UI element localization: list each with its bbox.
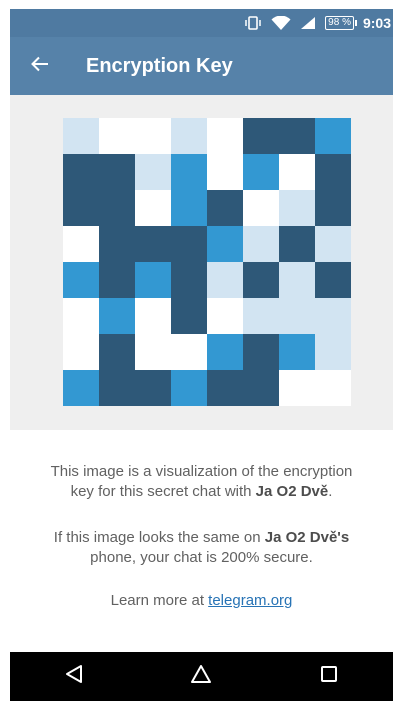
key-cell (171, 262, 207, 298)
key-cell (243, 298, 279, 334)
key-cell (207, 190, 243, 226)
app-screen: 98 % 9:03 Encryption Key This image is a… (10, 9, 393, 701)
signal-icon (300, 16, 316, 30)
key-cell (135, 190, 171, 226)
key-cell (315, 370, 351, 406)
key-cell (135, 370, 171, 406)
key-cell (99, 298, 135, 334)
key-cell (279, 370, 315, 406)
status-time: 9:03 (362, 15, 391, 31)
key-cell (171, 154, 207, 190)
key-cell (279, 190, 315, 226)
security-note-suffix: phone, your chat is 200% secure. (90, 549, 313, 566)
app-bar: Encryption Key (10, 37, 393, 95)
key-cell (171, 226, 207, 262)
key-cell (207, 262, 243, 298)
key-cell (99, 370, 135, 406)
key-cell (315, 298, 351, 334)
key-cell (315, 154, 351, 190)
key-cell (315, 334, 351, 370)
key-cell (63, 118, 99, 154)
key-cell (279, 262, 315, 298)
key-cell (171, 190, 207, 226)
nav-back-button[interactable] (44, 652, 104, 701)
key-cell (171, 370, 207, 406)
triangle-back-icon (65, 664, 83, 689)
key-cell (135, 118, 171, 154)
key-cell (315, 226, 351, 262)
key-cell (63, 298, 99, 334)
encryption-key-image (63, 118, 351, 406)
key-cell (279, 118, 315, 154)
key-cell (207, 226, 243, 262)
nav-home-button[interactable] (171, 652, 231, 701)
key-cell (243, 370, 279, 406)
learn-more-text: Learn more at (110, 592, 209, 609)
key-cell (207, 154, 243, 190)
key-cell (207, 334, 243, 370)
key-cell (207, 370, 243, 406)
key-cell (243, 226, 279, 262)
key-cell (315, 118, 351, 154)
key-cell (243, 118, 279, 154)
key-cell (99, 334, 135, 370)
chat-name: Ja O2 Dvě (255, 483, 329, 500)
security-note-prefix: If this image looks the same on (53, 529, 265, 546)
key-cell (279, 334, 315, 370)
key-cell (99, 190, 135, 226)
description-period: . (328, 483, 333, 500)
system-nav-bar (10, 652, 393, 701)
key-cell (315, 190, 351, 226)
key-cell (135, 298, 171, 334)
key-description: This image is a visualization of the enc… (10, 462, 393, 502)
key-cell (279, 154, 315, 190)
description-line-1: This image is a visualization of the enc… (50, 463, 353, 480)
key-cell (135, 154, 171, 190)
key-cell (135, 226, 171, 262)
key-cell (243, 334, 279, 370)
key-cell (207, 118, 243, 154)
telegram-link[interactable]: telegram.org (208, 592, 292, 609)
key-cell (171, 334, 207, 370)
key-cell (243, 190, 279, 226)
nav-recents-button[interactable] (299, 652, 359, 701)
key-cell (279, 298, 315, 334)
key-cell (63, 226, 99, 262)
key-cell (99, 118, 135, 154)
key-cell (243, 154, 279, 190)
back-button[interactable] (16, 37, 64, 95)
vibrate-icon (244, 16, 262, 30)
key-cell (99, 226, 135, 262)
key-cell (135, 334, 171, 370)
key-cell (279, 226, 315, 262)
description-line-2: key for this secret chat with (70, 483, 256, 500)
key-cell (63, 334, 99, 370)
key-cell (135, 262, 171, 298)
arrow-left-icon (31, 56, 49, 77)
status-bar: 98 % 9:03 (10, 9, 393, 37)
key-cell (63, 370, 99, 406)
key-cell (171, 118, 207, 154)
key-cell (243, 262, 279, 298)
page-title: Encryption Key (86, 54, 233, 77)
learn-more: Learn more at telegram.org (10, 591, 393, 611)
key-cell (315, 262, 351, 298)
encryption-key-panel (10, 95, 393, 430)
key-cell (63, 190, 99, 226)
key-cell (99, 262, 135, 298)
key-cell (207, 298, 243, 334)
key-cell (63, 154, 99, 190)
battery-icon: 98 % (325, 16, 357, 30)
key-cell (171, 298, 207, 334)
key-cell (99, 154, 135, 190)
security-note: If this image looks the same on Ja O2 Dv… (10, 528, 393, 568)
key-cell (63, 262, 99, 298)
chat-name-possessive: Ja O2 Dvě's (264, 529, 350, 546)
wifi-icon (271, 15, 291, 31)
square-recents-icon (320, 665, 338, 688)
home-outline-icon (190, 664, 212, 689)
